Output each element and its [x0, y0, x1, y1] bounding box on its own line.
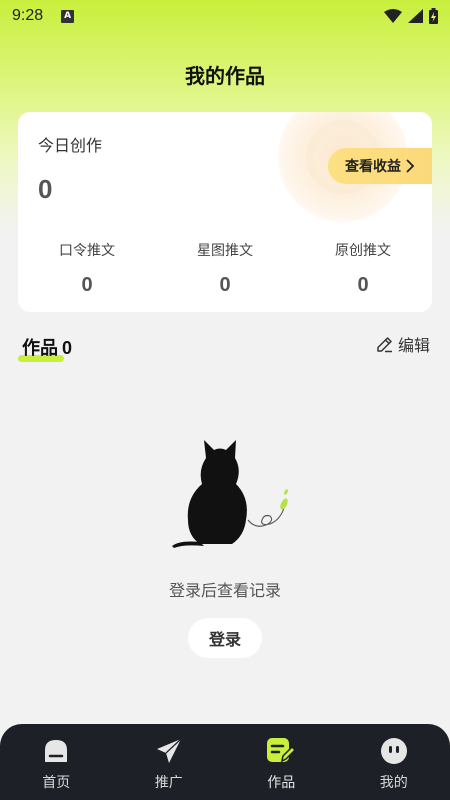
stat-label: 星图推文 — [197, 243, 253, 259]
chevron-right-icon — [406, 159, 415, 173]
tab-works[interactable]: 作品 — [225, 724, 338, 800]
today-creation-label: 今日创作 — [38, 136, 103, 155]
cat-illustration — [172, 440, 288, 548]
stat-value: 0 — [81, 274, 93, 296]
edit-label: 编辑 — [397, 336, 430, 355]
today-creation-value: 0 — [38, 174, 53, 204]
paper-plane-icon — [154, 736, 184, 766]
stat-label: 原创推文 — [335, 243, 391, 259]
stat-original[interactable]: 原创推文 0 — [294, 240, 432, 297]
profile-face-icon — [379, 736, 409, 766]
stat-value: 0 — [219, 274, 231, 296]
tab-label: 作品 — [267, 775, 296, 791]
status-bar: 9:28 A — [0, 0, 450, 32]
signal-icon — [408, 9, 423, 23]
stat-label: 口令推文 — [59, 243, 115, 259]
tab-label: 我的 — [379, 775, 408, 791]
bottom-tab-bar: 首页 推广 作品 我的 — [0, 724, 450, 800]
view-earnings-button[interactable]: 查看收益 — [328, 148, 432, 184]
home-icon — [41, 736, 71, 766]
stats-card: 今日创作 0 查看收益 口令推文 0 星图推文 0 原创推文 0 — [18, 112, 432, 312]
stat-koling[interactable]: 口令推文 0 — [18, 240, 156, 297]
wifi-icon — [384, 9, 402, 23]
tab-label: 首页 — [42, 775, 71, 791]
status-icons — [384, 8, 438, 24]
stats-row: 口令推文 0 星图推文 0 原创推文 0 — [18, 240, 432, 297]
stat-value: 0 — [357, 274, 369, 296]
status-time: 9:28 — [12, 7, 44, 24]
works-header: 作品 0 — [18, 334, 72, 362]
page-title: 我的作品 — [185, 64, 265, 88]
tab-label: 推广 — [154, 775, 183, 791]
stat-xingtu[interactable]: 星图推文 0 — [156, 240, 294, 297]
pencil-icon — [377, 336, 392, 352]
edit-button[interactable]: 编辑 — [376, 332, 430, 356]
works-icon — [266, 736, 297, 766]
view-earnings-label: 查看收益 — [345, 159, 401, 175]
works-title-wrap: 作品 — [18, 334, 64, 362]
empty-state-message: 登录后查看记录 — [168, 581, 281, 600]
a-letter-icon: A — [61, 9, 75, 23]
login-button[interactable]: 登录 — [188, 618, 262, 658]
tab-profile[interactable]: 我的 — [338, 724, 450, 800]
works-title: 作品 — [22, 338, 58, 359]
battery-charging-icon — [429, 8, 438, 24]
tab-home[interactable]: 首页 — [0, 724, 113, 800]
tab-promotion[interactable]: 推广 — [113, 724, 226, 800]
